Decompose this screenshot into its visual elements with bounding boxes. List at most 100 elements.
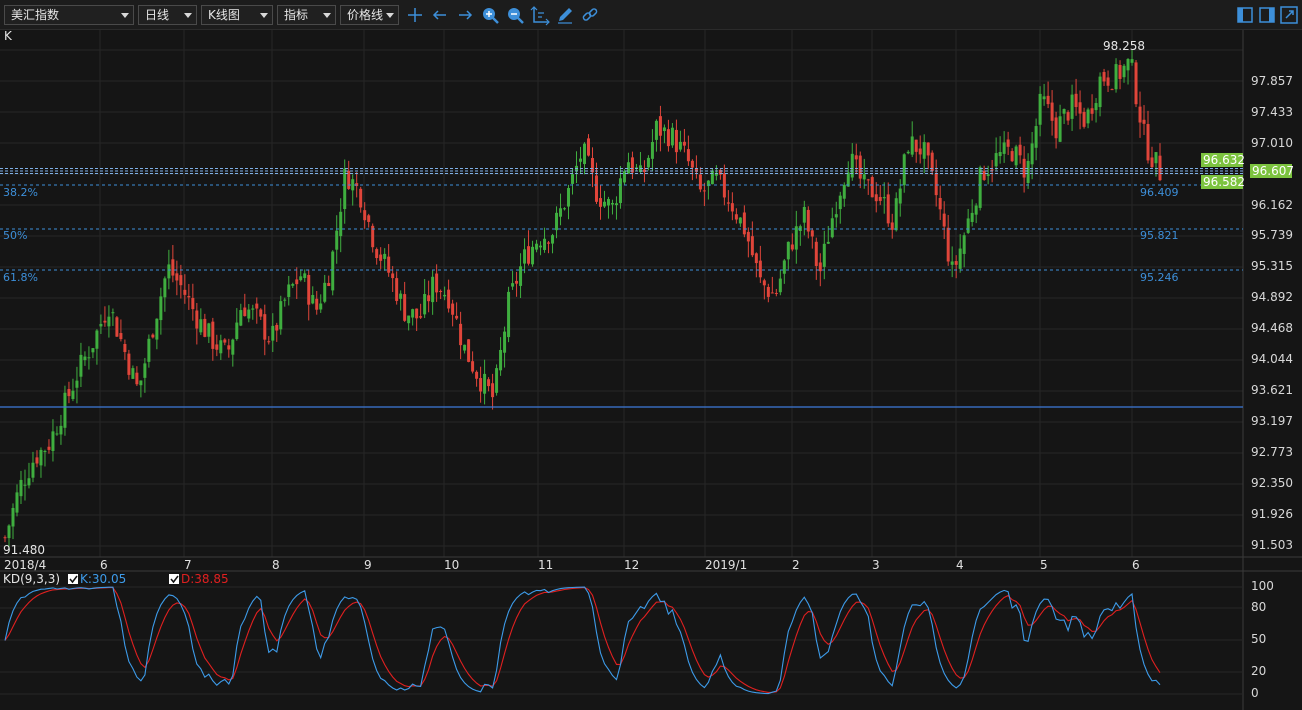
arrow-left-icon[interactable]: [429, 4, 451, 26]
pencil-icon[interactable]: [554, 4, 576, 26]
candle-body: [1098, 76, 1102, 108]
zoom-out-icon[interactable]: [504, 4, 526, 26]
candle-body: [155, 318, 159, 340]
zoom-in-icon[interactable]: [479, 4, 501, 26]
period-select[interactable]: 日线: [138, 5, 197, 25]
candle-body: [1102, 72, 1106, 82]
chevron-down-icon: [386, 13, 394, 18]
link-icon[interactable]: [579, 4, 601, 26]
candle-body: [1074, 93, 1078, 108]
candle-body: [582, 143, 586, 165]
candle-body: [263, 314, 267, 340]
candle-body: [59, 425, 63, 435]
candle-body: [287, 284, 291, 297]
candle-body: [503, 331, 507, 353]
candle-body: [439, 290, 443, 292]
candle-body: [343, 168, 347, 210]
candle-body: [163, 278, 167, 298]
candle-body: [618, 178, 622, 204]
candle-body: [982, 170, 986, 180]
candle-body: [666, 129, 670, 147]
candle-body: [363, 210, 367, 221]
candle-body: [151, 334, 155, 338]
candlesticks: [3, 49, 1162, 553]
symbol-select[interactable]: 美汇指数: [4, 5, 134, 25]
toolbar: 美汇指数 日线 K线图 指标 价格线: [0, 0, 1302, 30]
price-tick: 92.773: [1251, 445, 1293, 459]
indicator-select[interactable]: 指标: [277, 5, 336, 25]
candle-body: [467, 339, 471, 362]
layout-left-icon[interactable]: [1234, 4, 1256, 26]
candle-body: [626, 162, 630, 174]
candle-body: [239, 310, 243, 326]
price-tick: 91.503: [1251, 538, 1293, 552]
candle-body: [143, 363, 147, 378]
candle-body: [954, 261, 958, 265]
candle-body: [834, 214, 838, 218]
candle-body: [586, 138, 590, 156]
layout-right-icon[interactable]: [1256, 4, 1278, 26]
price-tick: 95.315: [1251, 259, 1293, 273]
candle-body: [507, 291, 511, 338]
candle-body: [1126, 59, 1130, 71]
candle-body: [259, 309, 263, 317]
chart-type-select[interactable]: K线图: [201, 5, 273, 25]
candle-body: [87, 357, 91, 359]
candle-body: [207, 323, 211, 337]
price-tick: 91.926: [1251, 507, 1293, 521]
candle-body: [830, 218, 834, 238]
candle-body: [726, 202, 730, 204]
candle-body: [123, 343, 127, 353]
high-price-label: 98.258: [1103, 39, 1145, 53]
candle-body: [175, 273, 179, 281]
date-label: 5: [1040, 558, 1048, 572]
candle-body: [654, 120, 658, 140]
candle-body: [1110, 89, 1114, 91]
candle-body: [23, 484, 27, 486]
candle-body: [814, 241, 818, 266]
candle-body: [183, 289, 187, 295]
candle-body: [1062, 109, 1066, 114]
candle-body: [770, 292, 774, 294]
candle-body: [742, 212, 746, 235]
candle-body: [291, 284, 295, 286]
candle-body: [511, 283, 515, 287]
candle-body: [690, 160, 694, 168]
candle-body: [451, 303, 455, 315]
axis-scale-icon[interactable]: [529, 4, 551, 26]
candle-body: [1130, 59, 1134, 63]
candle-body: [71, 390, 75, 399]
candle-body: [782, 260, 786, 274]
candle-body: [902, 154, 906, 186]
candle-body: [774, 292, 778, 294]
candle-body: [818, 262, 822, 272]
price-line-select[interactable]: 价格线: [340, 5, 399, 25]
candle-body: [842, 184, 846, 199]
candle-body: [403, 294, 407, 321]
candle-body: [31, 462, 35, 478]
candle-body: [531, 246, 535, 265]
candle-body: [598, 198, 602, 207]
candle-body: [906, 151, 910, 154]
candle-body: [427, 295, 431, 302]
candle-body: [319, 303, 323, 310]
fib-label-618: 61.8%: [3, 271, 38, 284]
chevron-down-icon: [260, 13, 268, 18]
candle-body: [750, 236, 754, 256]
candle-body: [7, 525, 11, 539]
candle-body: [159, 296, 163, 321]
price-tick: 96.162: [1251, 198, 1293, 212]
chevron-down-icon: [121, 13, 129, 18]
crosshair-icon[interactable]: [404, 4, 426, 26]
candle-body: [1026, 160, 1030, 183]
candle-body: [419, 316, 423, 318]
candle-body: [351, 179, 355, 191]
candle-body: [846, 172, 850, 187]
chart-area[interactable]: K 38.2% 50% 61.8% 96.409 95.821 95.246 9…: [0, 30, 1302, 710]
candle-body: [539, 245, 543, 248]
candle-body: [211, 321, 215, 349]
expand-icon[interactable]: [1278, 4, 1300, 26]
candle-body: [926, 142, 930, 156]
indicator-select-value: 指标: [284, 8, 309, 22]
arrow-right-icon[interactable]: [454, 4, 476, 26]
